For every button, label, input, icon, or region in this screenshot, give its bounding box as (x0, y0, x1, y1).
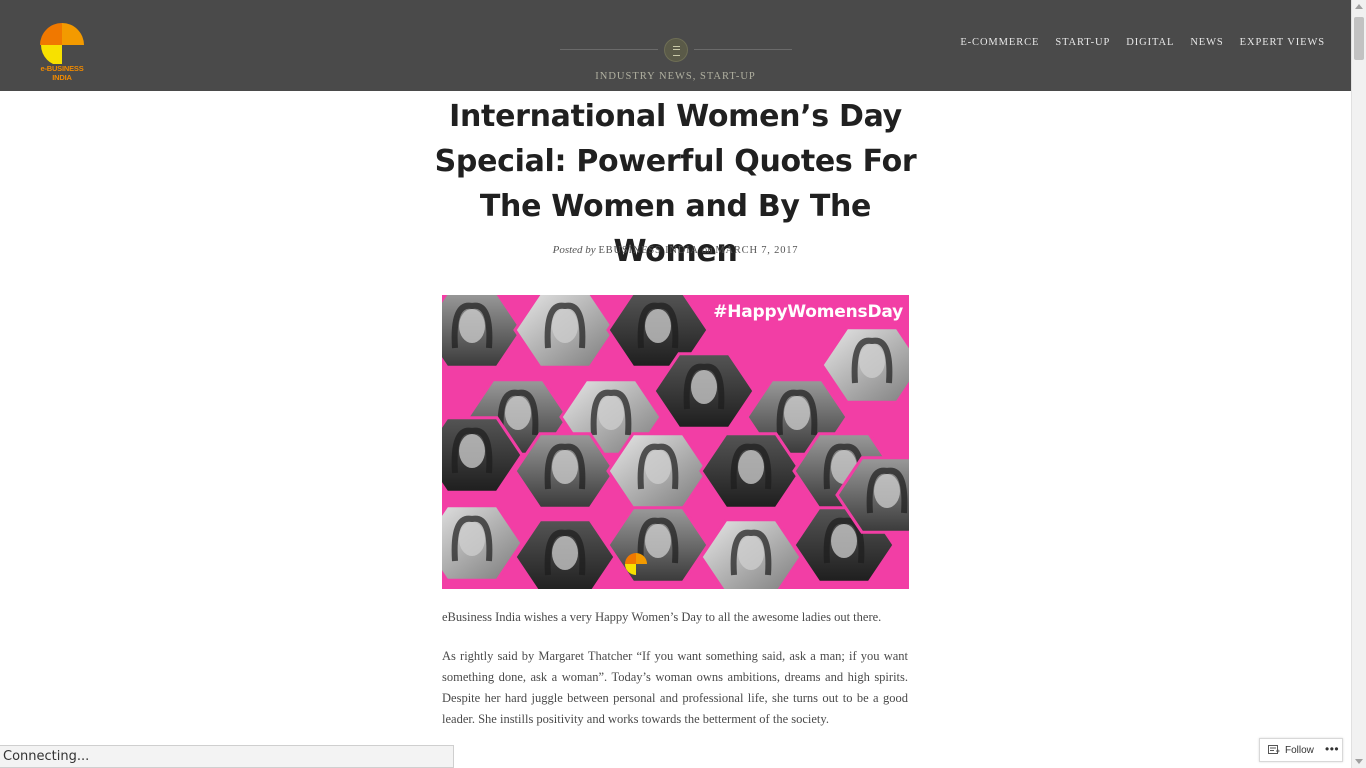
scroll-up-arrow-icon[interactable] (1355, 4, 1363, 9)
meta-divider-left (560, 49, 658, 50)
post-date[interactable]: MARCH 7, 2017 (715, 245, 798, 256)
portrait-face (459, 434, 485, 468)
hero-hashtag: #HappyWomensDay (713, 302, 903, 322)
nav-item-start-up[interactable]: START-UP (1055, 37, 1110, 48)
nav-item-e-commerce[interactable]: E-COMMERCE (960, 37, 1039, 48)
portrait-face (784, 396, 810, 430)
hero-logo-icon (623, 551, 649, 577)
follow-icon (1268, 745, 1280, 754)
portrait-face (552, 536, 578, 570)
nav-item-digital[interactable]: DIGITAL (1126, 37, 1174, 48)
category-link-industry-news[interactable]: INDUSTRY NEWS (595, 71, 693, 82)
site-header: e-BUSINESS INDIA INDUSTRY NEWS, START-UP… (0, 0, 1351, 91)
site-logo[interactable]: e-BUSINESS INDIA (30, 14, 94, 82)
post-categories: INDUSTRY NEWS, START-UP (0, 71, 1351, 82)
article-paragraph-1: eBusiness India wishes a very Happy Wome… (442, 610, 882, 624)
hero-image: #HappyWomensDay (442, 295, 909, 589)
portrait-face (645, 309, 671, 343)
portrait-face (459, 522, 485, 556)
article-paragraph-2: As rightly said by Margaret Thatcher “If… (442, 649, 908, 726)
portrait-face (859, 344, 885, 378)
byline: Posted by EBUSINESS INDIA on MARCH 7, 20… (0, 244, 1351, 256)
portrait-face (505, 396, 531, 430)
follow-button[interactable]: Follow (1285, 745, 1314, 756)
portrait-face (738, 450, 764, 484)
portrait-face (738, 536, 764, 570)
scroll-down-arrow-icon[interactable] (1355, 759, 1363, 764)
portrait-face (831, 524, 857, 558)
logo-icon (40, 23, 84, 66)
meta-divider-right (694, 49, 792, 50)
follow-widget[interactable]: Follow ••• (1259, 738, 1343, 762)
main-nav: E-COMMERCE START-UP DIGITAL NEWS EXPERT … (960, 37, 1325, 48)
list-icon (664, 38, 688, 62)
portrait-face (874, 474, 900, 508)
portrait-face (645, 450, 671, 484)
nav-item-news[interactable]: NEWS (1190, 37, 1223, 48)
portrait-face (598, 396, 624, 430)
author-link[interactable]: EBUSINESS INDIA (598, 245, 698, 256)
portrait-face (459, 309, 485, 343)
page-scrollbar[interactable] (1351, 0, 1366, 768)
posted-by-label: Posted by (552, 244, 596, 256)
hero-hex-collage (442, 295, 909, 589)
portrait-face (552, 309, 578, 343)
portrait-face (691, 370, 717, 404)
scroll-thumb[interactable] (1354, 17, 1364, 60)
portrait-face (552, 450, 578, 484)
browser-status-bar: Connecting... (0, 745, 454, 768)
category-separator: , (692, 71, 700, 82)
nav-item-expert-views[interactable]: EXPERT VIEWS (1240, 37, 1325, 48)
more-options-icon[interactable]: ••• (1325, 742, 1339, 756)
on-label: on (701, 244, 713, 256)
category-link-start-up[interactable]: START-UP (700, 71, 756, 82)
